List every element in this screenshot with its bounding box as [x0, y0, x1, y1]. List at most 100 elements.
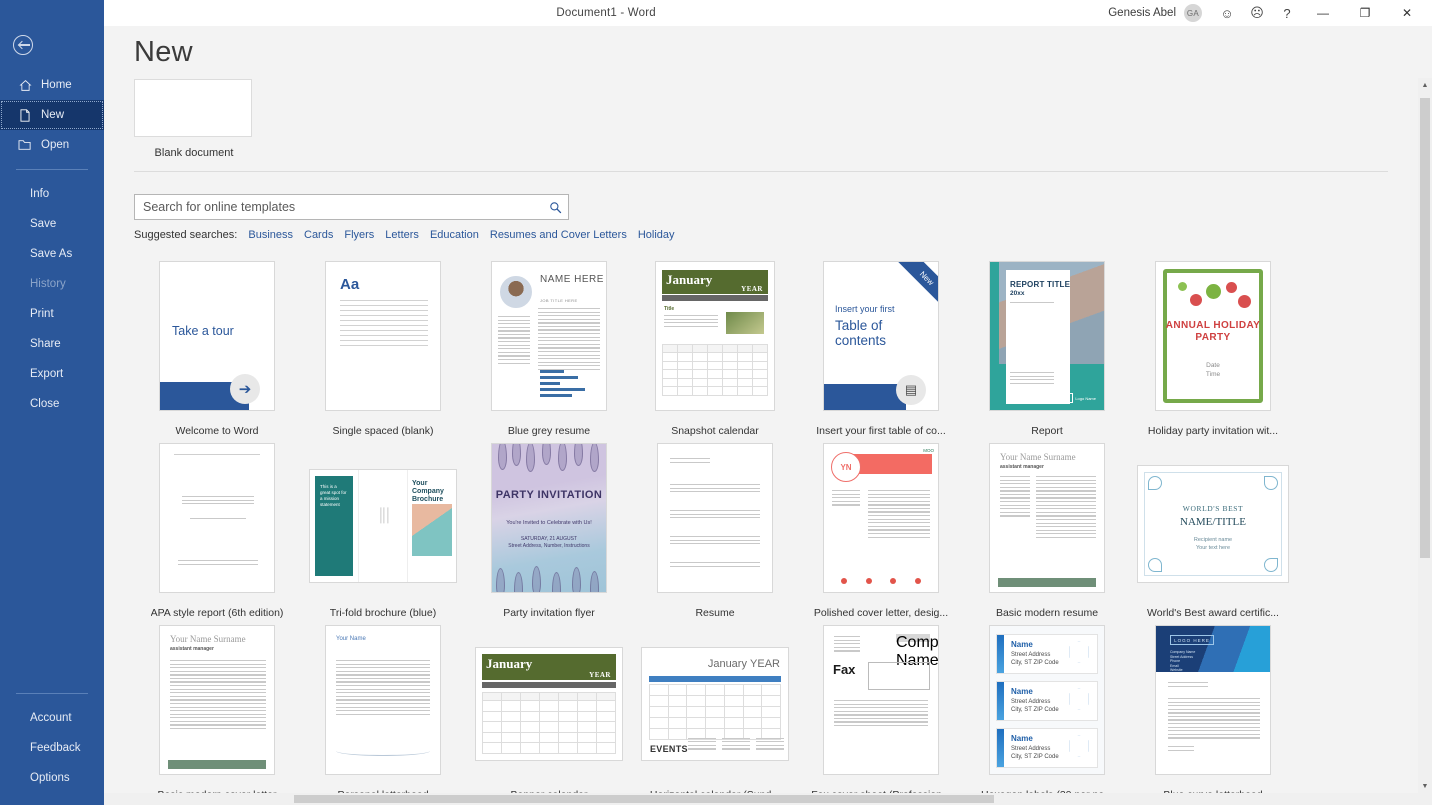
sidebar-item-open-label: Open — [41, 139, 70, 151]
template-card[interactable]: Your Name Personal letterhead — [300, 621, 466, 803]
template-card[interactable]: ANNUAL HOLIDAY PARTY Date Time Holiday p… — [1130, 257, 1296, 439]
sidebar-item-new[interactable]: New — [0, 100, 104, 130]
suggested-search-cards[interactable]: Cards — [304, 229, 333, 241]
label-city: City, ST ZIP Code — [1011, 754, 1059, 760]
template-card[interactable]: Company Name Fax Fax cover sheet (Profes… — [798, 621, 964, 803]
suggested-search-holiday[interactable]: Holiday — [638, 229, 675, 241]
template-thumbnail[interactable]: This is a great spot for a mission state… — [300, 443, 466, 598]
template-thumbnail[interactable]: January YEAR Title — [632, 261, 798, 416]
help-icon[interactable]: ? — [1272, 0, 1302, 26]
template-thumbnail[interactable]: January YEAR — [466, 625, 632, 780]
horizontal-scrollbar-thumb[interactable] — [294, 795, 994, 803]
sidebar-item-save-as[interactable]: Save As — [0, 239, 104, 269]
suggested-search-business[interactable]: Business — [248, 229, 293, 241]
account-user-name[interactable]: Genesis Abel — [1108, 7, 1176, 19]
template-card[interactable]: NAME HERE JOB TITLE HERE Blue grey resum… — [466, 257, 632, 439]
template-card[interactable]: REPORT TITLE 20xx Logo Name Report — [964, 257, 1130, 439]
restore-button[interactable]: ❐ — [1344, 0, 1386, 26]
label-street: Street Address — [1011, 699, 1051, 705]
sidebar-item-close[interactable]: Close — [0, 389, 104, 419]
cover-letter-first-name: Your Name — [170, 634, 212, 644]
suggested-search-education[interactable]: Education — [430, 229, 479, 241]
minimize-button[interactable]: — — [1302, 0, 1344, 26]
template-thumbnail[interactable]: ANNUAL HOLIDAY PARTY Date Time — [1130, 261, 1296, 416]
avatar[interactable]: GA — [1184, 4, 1202, 22]
label-address: Street Address City, ST ZIP Code — [1011, 745, 1059, 761]
search-input[interactable] — [135, 195, 542, 219]
scroll-down-icon[interactable]: ▼ — [1418, 779, 1432, 793]
template-thumbnail[interactable]: WORLD'S BEST NAME/TITLE Recipient name Y… — [1130, 443, 1296, 598]
sidebar-item-home-label: Home — [41, 79, 72, 91]
template-thumbnail[interactable]: Company Name Fax — [798, 625, 964, 780]
sidebar-item-save[interactable]: Save — [0, 209, 104, 239]
template-card[interactable]: January YEAR Title Snapshot calendar — [632, 257, 798, 439]
template-thumbnail[interactable]: Your Name Surname assistant manager — [964, 443, 1130, 598]
sidebar-item-home[interactable]: Home — [0, 70, 104, 100]
sidebar-item-options[interactable]: Options — [0, 763, 104, 793]
template-thumbnail[interactable]: New Insert your first Table of contents … — [798, 261, 964, 416]
label-accent-bar — [997, 729, 1004, 767]
template-card[interactable]: WORLD'S BEST NAME/TITLE Recipient name Y… — [1130, 439, 1296, 621]
template-thumbnail[interactable]: Your Name — [300, 625, 466, 780]
letterhead-body-lines — [1168, 698, 1260, 741]
template-card[interactable]: Name Street Address City, ST ZIP Code Na… — [964, 621, 1130, 803]
resume-left-lines — [1000, 476, 1030, 519]
sidebar-item-account[interactable]: Account — [0, 703, 104, 733]
search-box[interactable] — [134, 194, 569, 220]
sidebar-item-print[interactable]: Print — [0, 299, 104, 329]
sidebar-item-feedback[interactable]: Feedback — [0, 733, 104, 763]
document-insert-icon: ▤ — [896, 375, 926, 405]
template-thumbnail[interactable]: REPORT TITLE 20xx Logo Name — [964, 261, 1130, 416]
template-thumbnail[interactable]: January YEAR EVENTS — [632, 625, 798, 780]
sidebar-item-info[interactable]: Info — [0, 179, 104, 209]
template-thumbnail[interactable]: Take a tour ➔ — [134, 261, 300, 416]
toc-line-2: Table of contents — [835, 318, 886, 348]
horizontal-scrollbar[interactable] — [104, 793, 1432, 805]
suggested-search-resumes-and-cover-letters[interactable]: Resumes and Cover Letters — [490, 229, 627, 241]
template-card[interactable]: Your Name Surname assistant manager Basi… — [964, 439, 1130, 621]
template-card[interactable]: LOGO HERE Company Name Street Address Phon… — [1130, 621, 1296, 803]
template-thumbnail[interactable] — [134, 443, 300, 598]
vertical-scrollbar[interactable]: ▲ ▼ — [1418, 78, 1432, 793]
template-thumbnail[interactable]: LOGO HERE Company Name Street Address Phon… — [1130, 625, 1296, 780]
search-icon[interactable] — [542, 195, 568, 219]
template-card[interactable]: This is a great spot for a mission state… — [300, 439, 466, 621]
label-name: Name — [1011, 640, 1033, 649]
suggested-search-letters[interactable]: Letters — [385, 229, 419, 241]
frowny-face-icon[interactable]: ☹ — [1242, 0, 1272, 26]
template-card[interactable]: Take a tour ➔ Welcome to Word — [134, 257, 300, 439]
template-card[interactable]: Resume — [632, 439, 798, 621]
sidebar-item-open[interactable]: Open — [0, 130, 104, 160]
template-thumbnail[interactable]: NAME HERE JOB TITLE HERE — [466, 261, 632, 416]
apa-title-lines — [182, 496, 254, 507]
template-card[interactable]: Your Name Surname assistant manager Basi… — [134, 621, 300, 803]
calendar-month: January — [486, 656, 533, 671]
template-card[interactable]: New Insert your first Table of contents … — [798, 257, 964, 439]
smiley-face-icon[interactable]: ☺ — [1212, 0, 1242, 26]
report-logo: Logo Name — [1063, 393, 1096, 403]
blank-document-thumbnail[interactable] — [134, 79, 252, 137]
template-card[interactable]: YN MOO Polished cover letter, desig... — [798, 439, 964, 621]
vertical-scrollbar-thumb[interactable] — [1420, 98, 1430, 558]
suggested-search-flyers[interactable]: Flyers — [344, 229, 374, 241]
template-thumbnail[interactable]: Your Name Surname assistant manager — [134, 625, 300, 780]
calendar-events-label: EVENTS — [650, 744, 688, 754]
template-card[interactable]: January YEAR Ban — [466, 621, 632, 803]
template-thumbnail[interactable]: YN MOO — [798, 443, 964, 598]
blank-document-card[interactable]: Blank document — [134, 79, 1432, 159]
template-card[interactable]: PARTY INVITATION You're Invited to Celeb… — [466, 439, 632, 621]
template-thumbnail[interactable]: Name Street Address City, ST ZIP Code Na… — [964, 625, 1130, 780]
scroll-up-icon[interactable]: ▲ — [1418, 78, 1432, 92]
sidebar-item-options-label: Options — [30, 772, 70, 784]
sidebar-item-export[interactable]: Export — [0, 359, 104, 389]
close-button[interactable]: ✕ — [1386, 0, 1428, 26]
template-thumbnail[interactable]: PARTY INVITATION You're Invited to Celeb… — [466, 443, 632, 598]
back-button[interactable] — [10, 32, 36, 58]
template-card[interactable]: Aa Single spaced (blank) — [300, 257, 466, 439]
template-thumbnail[interactable]: Aa — [300, 261, 466, 416]
hexagon-icon — [1069, 641, 1089, 663]
sidebar-item-share[interactable]: Share — [0, 329, 104, 359]
template-card[interactable]: APA style report (6th edition) — [134, 439, 300, 621]
template-thumbnail[interactable] — [632, 443, 798, 598]
template-card[interactable]: January YEAR EVENTS — [632, 621, 798, 803]
